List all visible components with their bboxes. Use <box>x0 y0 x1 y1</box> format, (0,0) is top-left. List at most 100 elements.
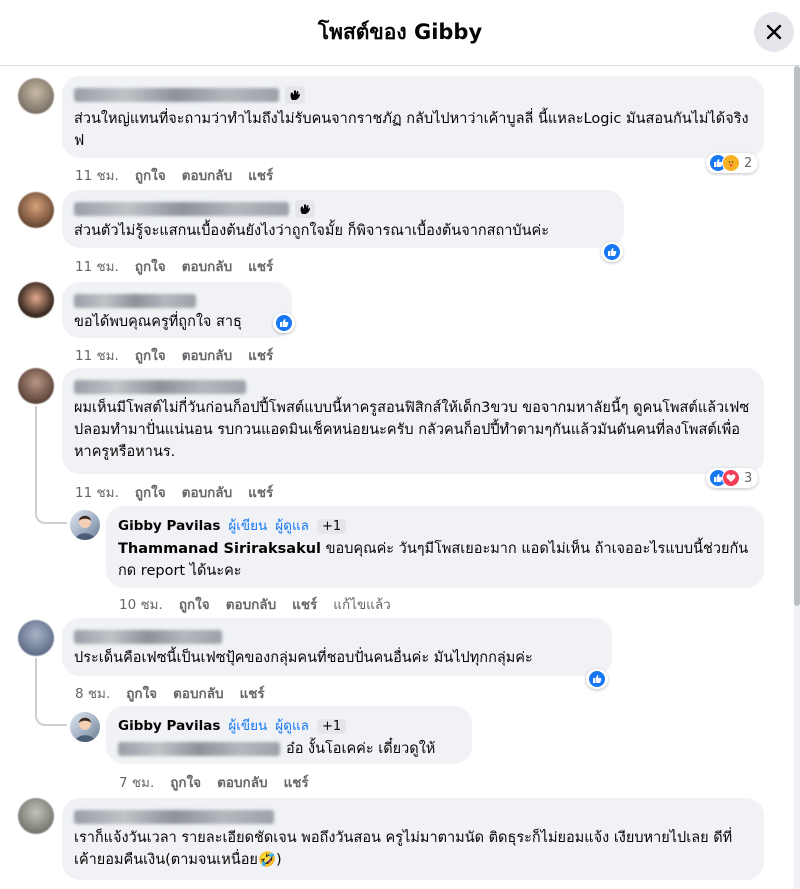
mention-link[interactable]: Thammanad Siriraksakul <box>118 541 321 557</box>
admin-badge[interactable]: ผู้ดูแล <box>275 718 309 734</box>
commenter-name-redacted[interactable] <box>74 84 752 104</box>
comment-actions: 11 ชม. ถูกใจ ตอบกลับ แชร์ <box>75 255 289 277</box>
commenter-avatar[interactable] <box>18 368 54 404</box>
reaction-summary[interactable] <box>586 669 608 689</box>
comment-text: ส่วนใหญ่แทนที่จะถามว่าทำไมถึงไม่รับคนจาก… <box>74 110 749 149</box>
scrollbar-thumb[interactable] <box>794 66 800 606</box>
reply-actions: 10 ชม. ถูกใจ ตอบกลับ แชร์ แก้ไขแล้ว <box>119 593 407 615</box>
comment-time[interactable]: 8 ชม. <box>75 686 110 702</box>
comment-actions: 11 ชม. ถูกใจ ตอบกลับ แชร์ <box>75 344 289 366</box>
reaction-count: 3 <box>744 470 753 486</box>
more-badges[interactable]: +1 <box>316 719 347 734</box>
author-badge[interactable]: ผู้เขียน <box>228 718 267 734</box>
like-reaction-icon <box>603 243 621 261</box>
gibby-avatar[interactable] <box>70 510 100 540</box>
comment-actions <box>75 884 96 889</box>
comment-text: ส่วนตัวไม่รู้จะแสกนเบื้องต้นยังไงว่าถูกใ… <box>74 222 550 239</box>
commenter-name-redacted[interactable] <box>74 376 752 395</box>
reaction-summary[interactable] <box>601 242 623 262</box>
reply-text: Thammanad Siriraksakul ขอบคุณค่ะ วันๆมีโ… <box>118 538 752 582</box>
comment-text: ขอได้พบคุณครูที่ถูกใจ สาธุ <box>74 314 242 330</box>
comment-actions: 11 ชม. ถูกใจ ตอบกลับ แชร์ <box>75 481 289 503</box>
reply-header: Gibby Pavilas ผู้เขียน ผู้ดูแล +1 <box>118 514 752 536</box>
comment-bubble: ประเด็นคือเฟซนี้เป็นเฟซปุ้คของกลุ่มคนที่… <box>62 618 612 676</box>
like-action[interactable]: ถูกใจ <box>135 485 166 501</box>
share-action[interactable]: แชร์ <box>284 775 309 791</box>
reply-action[interactable]: ตอบกลับ <box>173 686 223 702</box>
commenter-avatar[interactable] <box>18 78 54 114</box>
commenter-name-redacted[interactable] <box>74 290 280 309</box>
reply-action[interactable]: ตอบกลับ <box>182 348 232 364</box>
like-action[interactable]: ถูกใจ <box>170 775 201 791</box>
wave-hand-icon <box>295 199 315 218</box>
author-badge[interactable]: ผู้เขียน <box>228 518 267 534</box>
commenter-name-redacted[interactable] <box>74 806 752 825</box>
dialog-header: โพสต์ของ Gibby <box>0 0 800 66</box>
close-button[interactable] <box>754 12 794 52</box>
wave-hand-icon <box>285 85 305 104</box>
reply-action[interactable]: ตอบกลับ <box>182 259 232 275</box>
love-reaction-icon <box>722 469 740 487</box>
care-reaction-icon <box>722 154 740 172</box>
commenter-avatar[interactable] <box>18 620 54 656</box>
comment-bubble: ผมเห็นมีโพสต์ไม่กี่วันก่อนก็อปปี้โพสต์แบ… <box>62 368 764 474</box>
comment-bubble: ส่วนตัวไม่รู้จะแสกนเบื้องต้นยังไงว่าถูกใ… <box>62 190 624 248</box>
reaction-summary[interactable]: 3 <box>706 468 759 488</box>
reply-time[interactable]: 7 ชม. <box>119 775 154 791</box>
share-action[interactable]: แชร์ <box>248 168 273 184</box>
mention-redacted[interactable] <box>118 742 280 756</box>
comment-time[interactable]: 11 ชม. <box>75 485 119 501</box>
edited-label[interactable]: แก้ไขแล้ว <box>333 597 390 613</box>
share-action[interactable]: แชร์ <box>248 259 273 275</box>
admin-badge[interactable]: ผู้ดูแล <box>275 518 309 534</box>
share-action[interactable]: แชร์ <box>292 597 317 613</box>
reaction-count: 2 <box>744 155 753 171</box>
commenter-avatar[interactable] <box>18 282 54 318</box>
like-action[interactable]: ถูกใจ <box>179 597 210 613</box>
commenter-avatar[interactable] <box>18 192 54 228</box>
like-action[interactable]: ถูกใจ <box>135 168 166 184</box>
share-action[interactable]: แชร์ <box>248 485 273 501</box>
reply-text: อ๋อ งั้นโอเคค่ะ เดี๋ยวดูให้ <box>118 738 460 760</box>
reply-action[interactable]: ตอบกลับ <box>217 775 267 791</box>
commenter-name-redacted[interactable] <box>74 198 612 218</box>
reply-body: อ๋อ งั้นโอเคค่ะ เดี๋ยวดูให้ <box>286 741 436 757</box>
reply-action[interactable]: ตอบกลับ <box>182 168 232 184</box>
comment-time[interactable]: 11 ชม. <box>75 259 119 275</box>
rofl-emoji: 🤣 <box>257 852 276 868</box>
reply-actions: 7 ชม. ถูกใจ ตอบกลับ แชร์ <box>119 771 325 793</box>
share-action[interactable]: แชร์ <box>240 686 265 702</box>
share-action[interactable]: แชร์ <box>248 348 273 364</box>
comment-text: เราก็แจ้งวันเวลา รายละเอียดชัดเจน พอถึงว… <box>74 830 733 868</box>
commenter-name-redacted[interactable] <box>74 626 600 645</box>
like-action[interactable]: ถูกใจ <box>135 348 166 364</box>
reaction-summary[interactable] <box>273 313 295 333</box>
reply-author-name[interactable]: Gibby Pavilas <box>118 518 220 534</box>
comment-actions: 8 ชม. ถูกใจ ตอบกลับ แชร์ <box>75 682 281 704</box>
like-reaction-icon <box>275 314 293 332</box>
reply-time[interactable]: 10 ชม. <box>119 597 163 613</box>
comment-bubble: เราก็แจ้งวันเวลา รายละเอียดชัดเจน พอถึงว… <box>62 798 764 880</box>
reply-thread-line <box>35 658 67 726</box>
comment-text: ผมเห็นมีโพสต์ไม่กี่วันก่อนก็อปปี้โพสต์แบ… <box>74 400 750 460</box>
close-icon <box>766 24 782 40</box>
reply-action[interactable]: ตอบกลับ <box>182 485 232 501</box>
more-badges[interactable]: +1 <box>316 519 347 534</box>
reply-header: Gibby Pavilas ผู้เขียน ผู้ดูแล +1 <box>118 714 460 736</box>
comment-bubble: ส่วนใหญ่แทนที่จะถามว่าทำไมถึงไม่รับคนจาก… <box>62 76 764 158</box>
reply-bubble: Gibby Pavilas ผู้เขียน ผู้ดูแล +1 อ๋อ งั้นโ… <box>106 706 472 764</box>
like-action[interactable]: ถูกใจ <box>126 686 157 702</box>
gibby-avatar[interactable] <box>70 712 100 742</box>
reaction-summary[interactable]: 2 <box>706 153 759 173</box>
reply-bubble: Gibby Pavilas ผู้เขียน ผู้ดูแล +1 Thammanad… <box>106 506 764 588</box>
reply-action[interactable]: ตอบกลับ <box>226 597 276 613</box>
dialog-title: โพสต์ของ Gibby <box>317 20 483 44</box>
comment-bubble: ขอได้พบคุณครูที่ถูกใจ สาธุ <box>62 282 292 338</box>
comment-time[interactable]: 11 ชม. <box>75 168 119 184</box>
like-action[interactable]: ถูกใจ <box>135 259 166 275</box>
reply-author-name[interactable]: Gibby Pavilas <box>118 718 220 734</box>
commenter-avatar[interactable] <box>18 798 54 834</box>
comment-time[interactable]: 11 ชม. <box>75 348 119 364</box>
comment-text: ประเด็นคือเฟซนี้เป็นเฟซปุ้คของกลุ่มคนที่… <box>74 650 533 666</box>
comment-actions: 11 ชม. ถูกใจ ตอบกลับ แชร์ <box>75 164 289 186</box>
